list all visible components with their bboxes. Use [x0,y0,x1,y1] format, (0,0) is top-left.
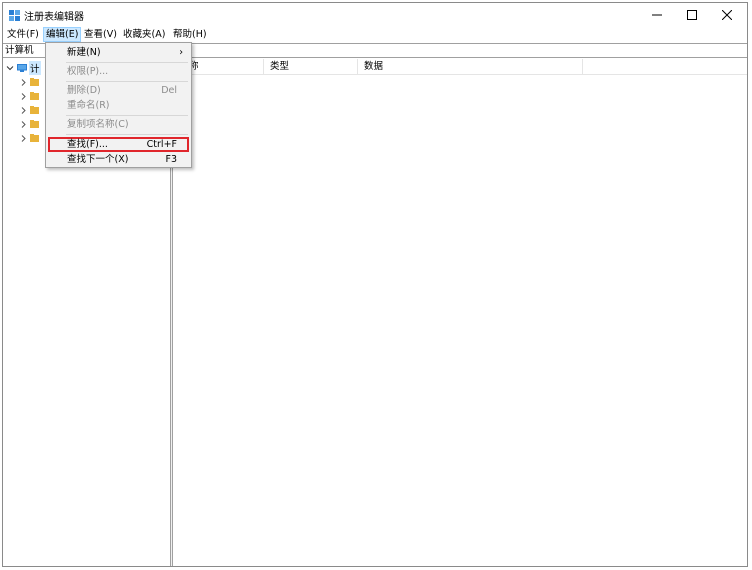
column-divider[interactable] [263,59,264,75]
maximize-button[interactable] [674,3,710,27]
menu-item-label: 复制项名称(C) [67,119,129,130]
folder-icon [30,134,39,142]
chevron-right-icon[interactable] [20,120,27,128]
menu-separator [66,134,188,135]
minimize-button[interactable] [639,3,675,27]
menu-item-shortcut: Del [161,85,177,96]
submenu-arrow-icon: › [179,47,183,58]
menu-item-label: 查找下一个(X) [67,154,129,165]
column-header-type[interactable]: 类型 [270,61,289,73]
folder-icon [30,120,39,128]
chevron-right-icon[interactable] [20,134,27,142]
tree-root-computer[interactable]: 计 [6,61,41,75]
tree-root-label: 计 [29,61,41,75]
title-bar: 注册表编辑器 [3,3,747,27]
chevron-right-icon[interactable] [20,92,27,100]
folder-icon [30,78,39,86]
menu-item-label: 新建(N) [67,47,101,58]
menu-item-copy-key-name[interactable]: 复制项名称(C) [48,117,189,132]
column-divider[interactable] [582,59,583,75]
menu-bar: 文件(F) 编辑(E) 查看(V) 收藏夹(A) 帮助(H) [3,27,747,42]
menu-item-label: 删除(D) [67,85,101,96]
folder-icon [30,106,39,114]
tree-item[interactable] [20,118,39,130]
menu-favorites[interactable]: 收藏夹(A) [121,27,167,42]
menu-item-find[interactable]: 查找(F)... Ctrl+F [48,137,189,152]
column-divider[interactable] [357,59,358,75]
menu-file[interactable]: 文件(F) [5,27,41,42]
computer-icon [17,64,27,72]
menu-help[interactable]: 帮助(H) [171,27,209,42]
column-headers: 称 类型 数据 [173,59,747,75]
tree-item[interactable] [20,132,39,144]
menu-view[interactable]: 查看(V) [82,27,119,42]
tree-item[interactable] [20,90,39,102]
registry-editor-window: 注册表编辑器 文件(F) 编辑(E) 查看(V) 收藏夹(A) 帮助(H) 计算… [2,2,748,567]
menu-item-label: 权限(P)... [67,66,109,77]
menu-edit[interactable]: 编辑(E) [43,27,82,42]
values-list-pane[interactable]: 称 类型 数据 [173,59,747,566]
menu-item-shortcut: F3 [165,154,177,165]
menu-item-rename[interactable]: 重命名(R) [48,98,189,113]
chevron-right-icon[interactable] [20,78,27,86]
menu-item-shortcut: Ctrl+F [146,139,177,150]
chevron-right-icon[interactable] [20,106,27,114]
menu-item-label: 查找(F)... [67,139,108,150]
close-icon [722,10,732,20]
maximize-icon [687,10,697,20]
menu-item-label: 重命名(R) [67,100,110,111]
menu-item-permissions[interactable]: 权限(P)... [48,64,189,79]
menu-separator [66,81,188,82]
folder-icon [30,92,39,100]
tree-item[interactable] [20,104,39,116]
window-title: 注册表编辑器 [24,12,84,23]
address-path: 计算机 [5,45,34,56]
registry-editor-icon [9,10,20,21]
menu-item-new[interactable]: 新建(N) › [48,45,189,60]
menu-separator [66,115,188,116]
tree-item[interactable] [20,76,39,88]
chevron-down-icon[interactable] [6,64,14,72]
menu-item-delete[interactable]: 删除(D) Del [48,83,189,98]
close-button[interactable] [709,3,745,27]
edit-menu-dropdown: 新建(N) › 权限(P)... 删除(D) Del 重命名(R) 复制项名称(… [45,42,192,168]
column-header-data[interactable]: 数据 [364,61,383,73]
menu-item-find-next[interactable]: 查找下一个(X) F3 [48,152,189,167]
menu-separator [66,62,188,63]
minimize-icon [652,14,662,16]
